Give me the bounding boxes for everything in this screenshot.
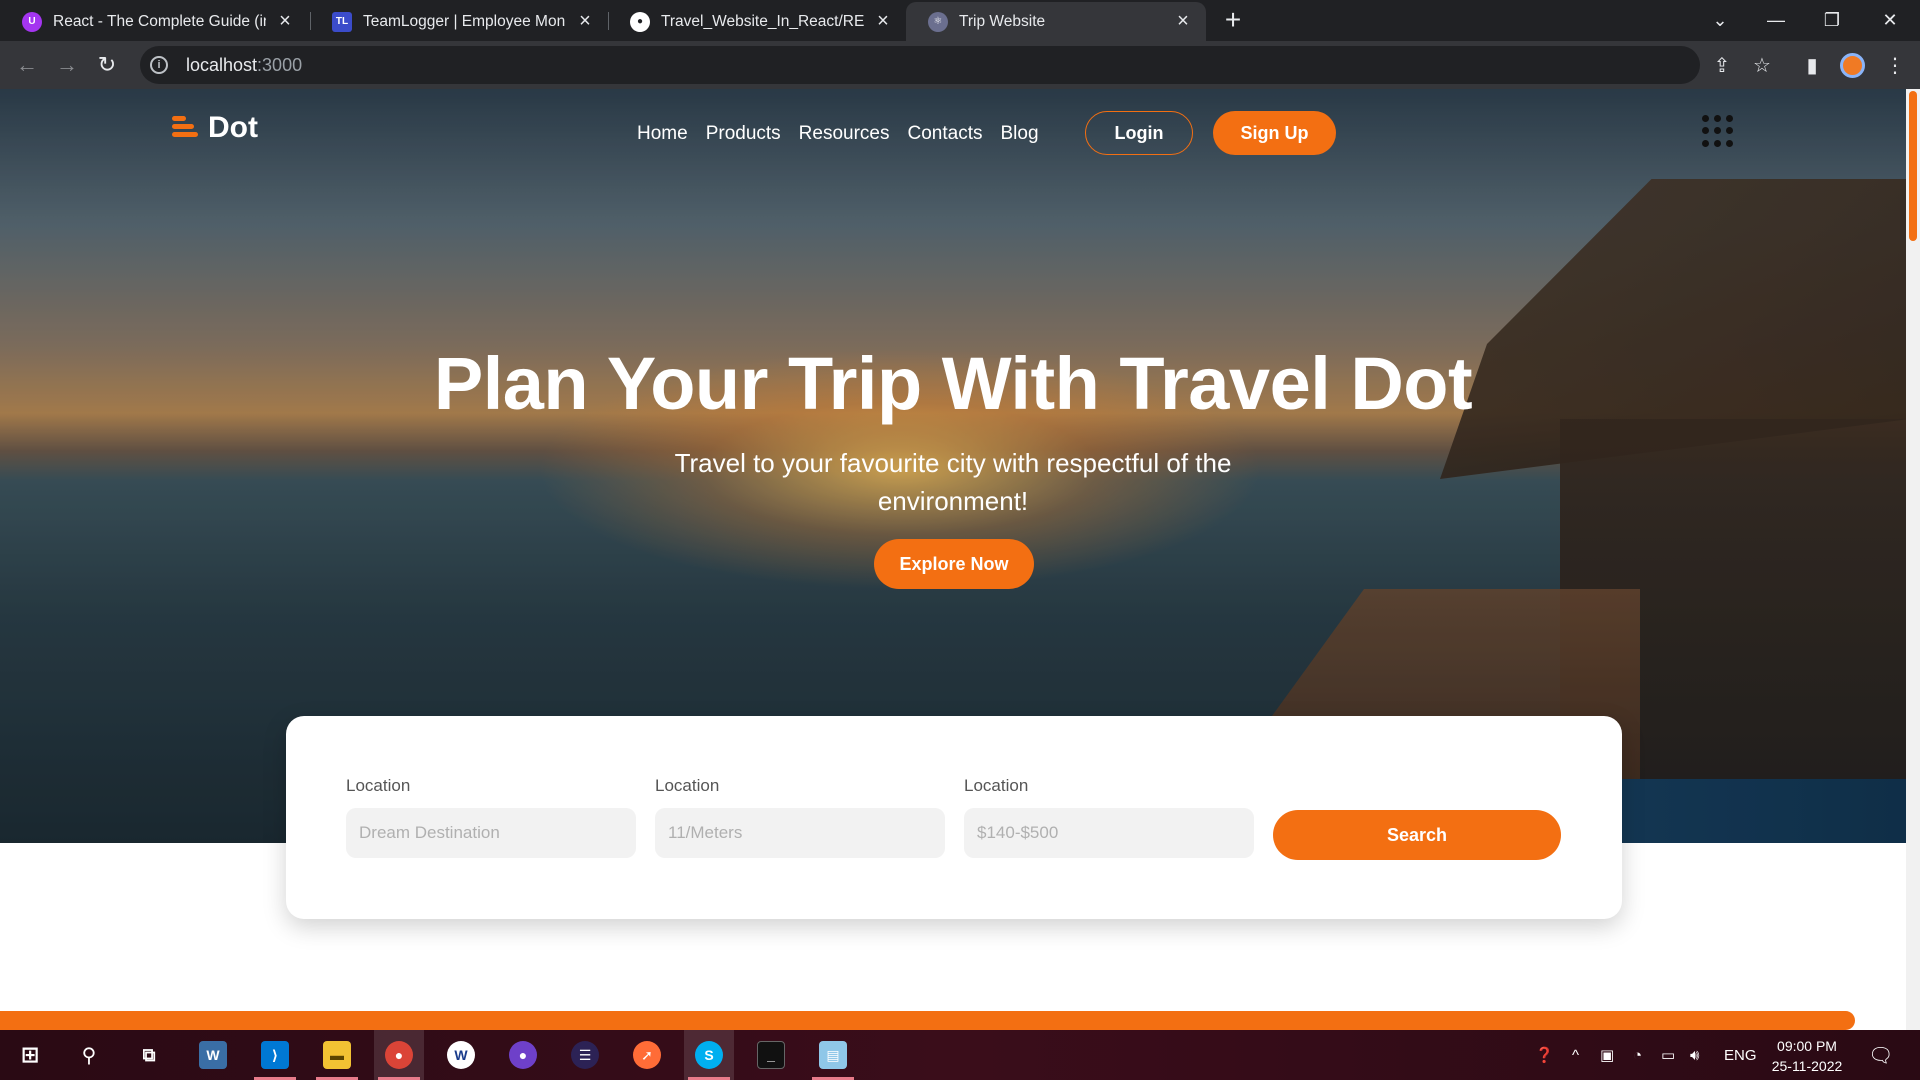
nav-link-blog[interactable]: Blog bbox=[1000, 123, 1038, 145]
battery-icon[interactable]: ▭ bbox=[1661, 1030, 1675, 1080]
udemy-icon: U bbox=[22, 11, 42, 32]
restore-icon[interactable]: ❐ bbox=[1804, 0, 1860, 41]
bookmark-star-icon[interactable]: ☆ bbox=[1747, 50, 1777, 80]
search-button[interactable]: Search bbox=[1273, 810, 1561, 860]
mysql-workbench-icon[interactable]: W bbox=[188, 1030, 238, 1080]
start-icon[interactable]: ⊞ bbox=[5, 1030, 55, 1080]
teamlogger-icon: TL bbox=[332, 11, 352, 32]
browser-tab-react-course[interactable]: U React - The Complete Guide (incl × bbox=[0, 2, 308, 41]
wordweb-icon[interactable]: W bbox=[436, 1030, 486, 1080]
side-panel-icon[interactable]: ▮ bbox=[1797, 50, 1827, 80]
scroll-progress-bar bbox=[0, 1011, 1855, 1030]
clock-time: 09:00 PM bbox=[1777, 1038, 1837, 1054]
search-field-distance: Location bbox=[655, 776, 945, 858]
field-label: Location bbox=[655, 776, 720, 795]
nav-link-home[interactable]: Home bbox=[637, 123, 688, 145]
forward-icon[interactable]: → bbox=[51, 49, 83, 81]
tab-title: React - The Complete Guide (incl bbox=[53, 12, 266, 30]
taskbar-clock[interactable]: 09:00 PM 25-11-2022 bbox=[1760, 1036, 1854, 1076]
tab-title: TeamLogger | Employee Monitori bbox=[363, 12, 566, 30]
show-hidden-icons-icon[interactable]: ^ bbox=[1572, 1030, 1579, 1080]
close-icon[interactable]: × bbox=[874, 10, 892, 33]
signup-button[interactable]: Sign Up bbox=[1213, 111, 1336, 155]
terminal-icon[interactable]: _ bbox=[746, 1030, 796, 1080]
profile-avatar[interactable] bbox=[1840, 53, 1865, 78]
new-tab-button[interactable]: + bbox=[1217, 6, 1249, 36]
close-icon[interactable]: × bbox=[276, 10, 294, 33]
file-explorer-icon[interactable]: ▬ bbox=[312, 1030, 362, 1080]
web-page: Dot Home Products Resources Contacts Blo… bbox=[0, 89, 1906, 1030]
price-input[interactable] bbox=[964, 808, 1254, 858]
logo-text: Dot bbox=[208, 111, 258, 144]
clock-date: 25-11-2022 bbox=[1771, 1058, 1843, 1074]
search-card: Location Location Location Search bbox=[286, 716, 1622, 919]
chrome-icon[interactable]: ● bbox=[374, 1030, 424, 1080]
address-bar[interactable]: i localhost:3000 bbox=[140, 46, 1700, 84]
login-button[interactable]: Login bbox=[1085, 111, 1193, 155]
reload-icon[interactable]: ↻ bbox=[91, 49, 123, 81]
scrollbar-thumb[interactable] bbox=[1909, 91, 1917, 241]
react-icon: ⚛ bbox=[928, 11, 948, 32]
explore-now-button[interactable]: Explore Now bbox=[874, 539, 1034, 589]
search-icon[interactable]: ⚲ bbox=[64, 1030, 114, 1080]
postman-icon[interactable]: ➚ bbox=[622, 1030, 672, 1080]
hero-title: Plan Your Trip With Travel Dot bbox=[433, 342, 1473, 425]
close-icon[interactable]: × bbox=[1174, 10, 1192, 33]
tab-title: Trip Website bbox=[959, 12, 1046, 30]
github-desktop-icon[interactable]: ● bbox=[498, 1030, 548, 1080]
site-logo[interactable]: Dot bbox=[170, 111, 258, 145]
close-icon[interactable]: × bbox=[576, 10, 594, 33]
search-field-destination: Location bbox=[346, 776, 636, 858]
language-indicator[interactable]: ENG bbox=[1724, 1030, 1757, 1080]
logo-icon bbox=[170, 113, 198, 143]
notification-center-icon[interactable]: 🗨︎ bbox=[1868, 1030, 1893, 1080]
nav-link-resources[interactable]: Resources bbox=[799, 123, 890, 145]
wifi-icon[interactable]: ◔ bbox=[1633, 1030, 1642, 1080]
notepad-icon[interactable]: ▤ bbox=[808, 1030, 858, 1080]
close-window-icon[interactable]: ✕ bbox=[1862, 0, 1918, 41]
site-info-icon[interactable]: i bbox=[150, 56, 168, 74]
browser-tab-trip-website[interactable]: ⚛ Trip Website × bbox=[906, 2, 1206, 41]
task-view-icon[interactable]: ⧉ bbox=[124, 1030, 174, 1080]
eclipse-icon[interactable]: ☰ bbox=[560, 1030, 610, 1080]
windows-taskbar: ⊞ ⚲ ⧉ W ⟩ ▬ ● W ● ☰ ➚ S _ ▤ ❓ ^ ▣ ◔ ▭ 🔊︎… bbox=[0, 1030, 1920, 1080]
hero-image-hut-roof bbox=[1440, 179, 1906, 479]
share-icon[interactable]: ⇪ bbox=[1707, 50, 1737, 80]
tab-search-icon[interactable]: ⌄ bbox=[1692, 0, 1748, 41]
hero-subtitle: Travel to your favourite city with respe… bbox=[674, 448, 1232, 516]
tab-title: Travel_Website_In_React/READM bbox=[661, 12, 864, 30]
help-icon[interactable]: ❓ bbox=[1535, 1030, 1554, 1080]
skype-icon[interactable]: S bbox=[684, 1030, 734, 1080]
browser-tab-github[interactable]: ● Travel_Website_In_React/READM × bbox=[608, 2, 906, 41]
vscode-icon[interactable]: ⟩ bbox=[250, 1030, 300, 1080]
github-icon: ● bbox=[630, 11, 650, 32]
page-scrollbar[interactable] bbox=[1906, 89, 1920, 1030]
field-label: Location bbox=[346, 776, 411, 795]
nav-link-contacts[interactable]: Contacts bbox=[908, 123, 983, 145]
field-label: Location bbox=[964, 776, 1029, 795]
main-nav: Home Products Resources Contacts Blog bbox=[637, 123, 1039, 145]
search-field-price: Location bbox=[964, 776, 1254, 858]
back-icon[interactable]: ← bbox=[11, 49, 43, 81]
browser-menu-icon[interactable]: ⋮ bbox=[1880, 50, 1910, 80]
browser-tab-teamlogger[interactable]: TL TeamLogger | Employee Monitori × bbox=[310, 2, 608, 41]
destination-input[interactable] bbox=[346, 808, 636, 858]
meet-now-icon[interactable]: ▣ bbox=[1600, 1030, 1614, 1080]
nav-link-products[interactable]: Products bbox=[706, 123, 781, 145]
volume-icon[interactable]: 🔊︎ bbox=[1690, 1030, 1699, 1080]
grid-menu-icon[interactable] bbox=[1702, 115, 1734, 147]
browser-tab-bar: U React - The Complete Guide (incl × TL … bbox=[0, 0, 1920, 41]
minimize-icon[interactable]: — bbox=[1748, 0, 1804, 41]
distance-input[interactable] bbox=[655, 808, 945, 858]
url-text: localhost:3000 bbox=[186, 54, 303, 75]
